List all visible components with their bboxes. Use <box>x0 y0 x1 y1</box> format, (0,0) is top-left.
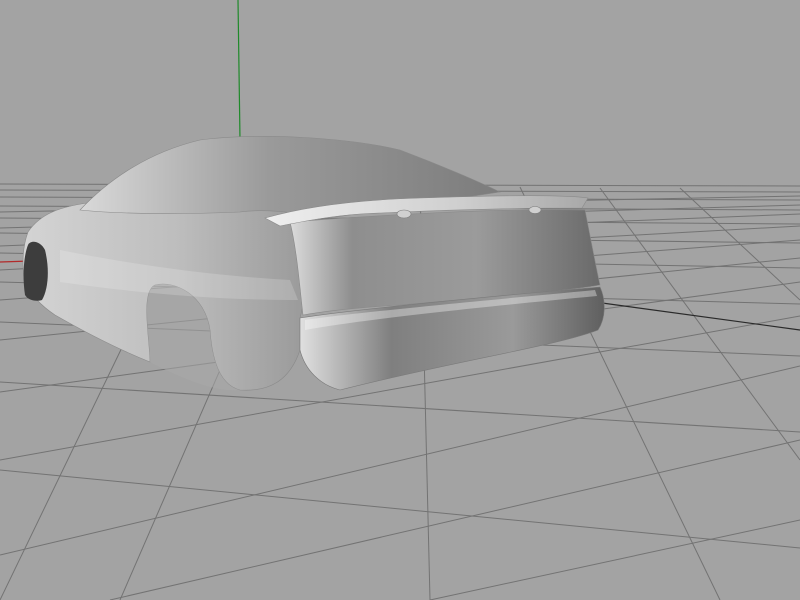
spoiler-mount-right <box>528 206 542 214</box>
front-wheel-arch <box>23 241 48 301</box>
scene-canvas[interactable] <box>0 0 800 600</box>
y-axis <box>237 0 241 141</box>
car-body-shell[interactable] <box>22 136 605 391</box>
3d-viewport[interactable] <box>0 0 800 600</box>
spoiler-mount-left <box>396 209 412 219</box>
